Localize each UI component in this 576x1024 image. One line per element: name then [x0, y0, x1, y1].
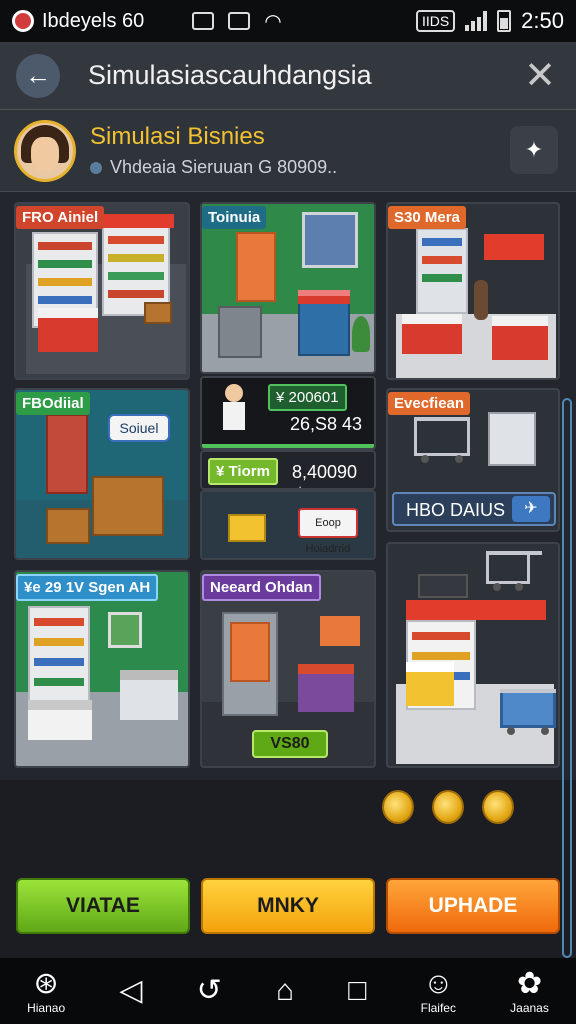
battery-icon: [497, 10, 512, 32]
sparkle-button[interactable]: ✦: [510, 126, 558, 174]
nav-back[interactable]: ◁: [119, 974, 142, 1008]
tile-7-label: ¥e 29 1V Sgen AH: [16, 574, 159, 601]
viatae-button[interactable]: VIATAE: [16, 878, 190, 934]
refresh-icon: ↺: [196, 974, 222, 1007]
house-icon: ⌂: [275, 974, 295, 1007]
app-header: ← Simulasiascauhdangsia ✕: [0, 42, 576, 110]
plus-notification-icon: [228, 12, 251, 30]
store-tile-5-shop[interactable]: Eoop Hoiadrrid: [200, 490, 376, 560]
profile-title: Simulasi Bisnies: [90, 123, 265, 150]
coin-icon[interactable]: [482, 790, 514, 824]
app-notification-icon: [12, 10, 34, 32]
nav-friends[interactable]: ☺ Flaifec: [421, 967, 456, 1015]
tile-8-button[interactable]: VS80: [252, 730, 328, 758]
tile-6-action-label: HBO DAIUS: [406, 500, 506, 520]
tile-4-label: FBOdiial: [16, 392, 90, 415]
status-app-name: Ibdeyels 60: [42, 9, 145, 32]
mnky-button[interactable]: MNKY: [201, 878, 375, 934]
tile-2-label: Toinuia: [202, 206, 267, 229]
sparkle-icon: ✦: [524, 137, 544, 162]
tile-1-label: FRO Ainiel: [16, 206, 105, 229]
arrow-left-icon: ←: [25, 60, 51, 90]
nav-home-label: Hianao: [27, 1001, 66, 1015]
store-tile-5-stats: ¥ 200601 26,S8 43: [200, 376, 376, 450]
store-tile-9[interactable]: [386, 542, 560, 768]
stat-2-value: 8,40090 ★: [292, 462, 358, 488]
profile-banner: Simulasi Bisnies Vhdeaia Sieruuan G 8090…: [0, 110, 576, 192]
tile-6-label: Evecfiean: [388, 392, 471, 415]
back-button[interactable]: ←: [16, 53, 60, 98]
page-title: Simulasiascauhdangsia: [88, 60, 372, 90]
friends-icon: ☺: [422, 967, 454, 1000]
profile-subtitle: Vhdeaia Sieruuan G 80909..: [110, 157, 338, 177]
side-scroll-indicator[interactable]: [562, 398, 572, 958]
profile-subtitle-row: Vhdeaia Sieruuan G 80909..: [90, 157, 337, 178]
close-icon: ✕: [524, 55, 556, 97]
tile-3-label: S30 Mera: [388, 206, 466, 229]
back-triangle-icon: ◁: [119, 974, 143, 1007]
store-tile-2[interactable]: Toinuia: [200, 202, 376, 374]
home-compass-icon: ⊛: [33, 967, 59, 1000]
tile-8-label: Neeard Ohdan: [202, 574, 321, 601]
nav-recents[interactable]: □: [348, 974, 366, 1008]
nav-settings-label: Jaanas: [510, 1001, 549, 1015]
close-button[interactable]: ✕: [520, 53, 560, 98]
stat-1-label: ¥ 200601: [268, 384, 347, 411]
store-tile-3[interactable]: S30 Mera: [386, 202, 560, 380]
stat-1-value: 26,S8 43: [290, 414, 363, 434]
wifi-icon: ◠: [264, 10, 282, 33]
store-tile-6[interactable]: HBO DAIUS ✈ Evecfiean: [386, 388, 560, 532]
store-tile-1[interactable]: FRO Ainiel: [14, 202, 190, 380]
image-notification-icon: [192, 12, 215, 30]
status-bar: Ibdeyels 60 ◠ IIDS 2:50: [0, 0, 576, 42]
store-tile-5-revenue: ¥ Tiorm 8,40090 ★: [200, 450, 376, 490]
nav-friends-label: Flaifec: [420, 1001, 456, 1015]
shop-sign: Eoop Hoiadrrid: [298, 508, 358, 555]
bottom-navigation: ⊛ Hianao ◁ ↺ ⌂ □ ☺ Flaifec ✿ Jaanas: [0, 958, 576, 1024]
store-tile-7[interactable]: ¥e 29 1V Sgen AH: [14, 570, 190, 768]
square-icon: □: [348, 974, 367, 1007]
speech-bubble: Soiuel: [108, 414, 170, 442]
signal-icon: [465, 11, 488, 31]
nav-home[interactable]: ⊛ Hianao: [27, 967, 65, 1015]
store-tile-8[interactable]: VS80 Neeard Ohdan: [200, 570, 376, 768]
nav-refresh[interactable]: ↺: [197, 974, 222, 1008]
info-dot-icon: [90, 161, 102, 174]
uphade-button[interactable]: UPHADE: [386, 878, 560, 934]
nav-settings[interactable]: ✿ Jaanas: [510, 967, 549, 1015]
status-badge: IIDS: [415, 10, 456, 32]
plane-icon: ✈: [512, 496, 550, 522]
clock: 2:50: [521, 8, 564, 33]
coin-icon[interactable]: [432, 790, 464, 824]
nav-home-button[interactable]: ⌂: [276, 974, 294, 1008]
settings-icon: ✿: [516, 967, 543, 1000]
stat-2-label: ¥ Tiorm: [208, 458, 278, 485]
avatar[interactable]: [14, 119, 76, 182]
business-grid: FRO Ainiel Toinuia S30 Mera Soiuel FBOdi…: [0, 192, 576, 958]
coin-icon[interactable]: [382, 790, 414, 824]
store-tile-4[interactable]: Soiuel FBOdiial: [14, 388, 190, 560]
tile-6-action[interactable]: HBO DAIUS ✈: [392, 492, 556, 526]
